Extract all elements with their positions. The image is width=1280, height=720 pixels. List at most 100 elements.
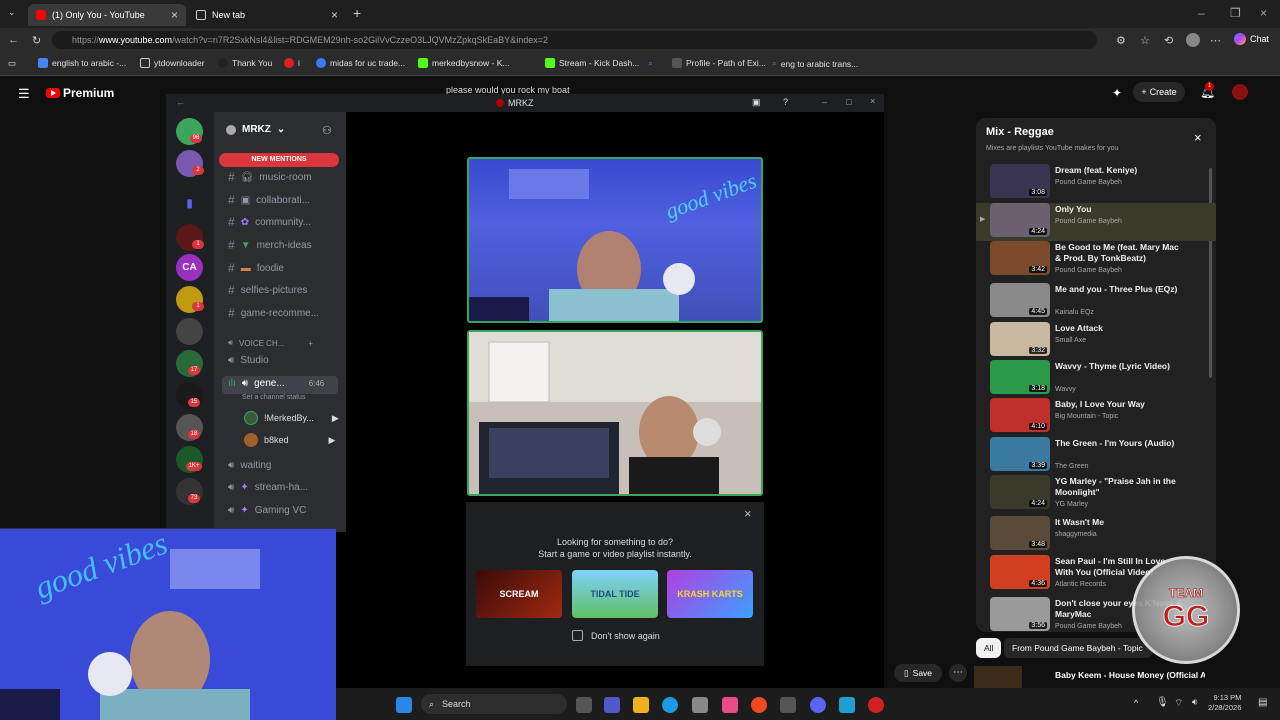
channel-community[interactable]: # ✿ community... bbox=[228, 215, 311, 229]
channel-music-room[interactable]: # 🎧︎ music-room bbox=[228, 170, 312, 184]
app-icon[interactable] bbox=[722, 697, 738, 713]
game-card-krash-karts[interactable]: KRASH KARTS bbox=[667, 570, 753, 618]
close-playlist-icon[interactable]: × bbox=[1194, 130, 1202, 145]
save-button[interactable]: ▯ Save bbox=[894, 664, 942, 682]
minimize-icon[interactable]: – bbox=[1198, 6, 1205, 20]
close-tab-icon[interactable]: × bbox=[171, 8, 178, 22]
bookmark-item[interactable]: ⌕ eng to arabic trans... bbox=[772, 58, 858, 69]
playlist-item[interactable]: 4:24 YG Marley - "Praise Jah in the Moonl… bbox=[976, 475, 1216, 513]
discord-icon[interactable] bbox=[810, 697, 826, 713]
back-icon[interactable]: ← bbox=[8, 34, 19, 46]
inbox-icon[interactable]: ▣ bbox=[752, 97, 761, 108]
create-button[interactable]: + Create bbox=[1133, 82, 1185, 102]
teams-icon[interactable] bbox=[604, 697, 620, 713]
copilot-chat-button[interactable]: Chat bbox=[1234, 33, 1269, 45]
voice-channel-gaming[interactable]: 🔊︎ ✦ Gaming VC bbox=[228, 505, 306, 516]
app-icon[interactable] bbox=[780, 697, 796, 713]
folder-icon[interactable]: ▮ bbox=[176, 190, 203, 217]
playlist-item[interactable]: 3:08 Dream (feat. Keniye) Pound Game Baybe… bbox=[976, 164, 1216, 202]
bookmark-item[interactable]: midas for uc trade... bbox=[316, 58, 405, 68]
more-actions-icon[interactable]: ⋯ bbox=[949, 664, 967, 682]
wifi-icon[interactable]: ⌔ bbox=[1174, 697, 1183, 710]
bookmark-item[interactable]: Stream - Kick Dash... bbox=[545, 58, 639, 68]
minimize-icon[interactable]: – bbox=[822, 97, 827, 107]
playlist-item[interactable]: 4:45 Me and you - Three Plus (EQz) Kainalu… bbox=[976, 283, 1216, 321]
task-view-icon[interactable] bbox=[576, 697, 592, 713]
mix-icon[interactable]: ✦ bbox=[1112, 86, 1122, 100]
voice-member[interactable]: !MerkedBy... ▶ bbox=[244, 411, 339, 425]
bookmark-item[interactable]: merkedbysnow - K... bbox=[418, 58, 509, 68]
chrome-icon[interactable] bbox=[751, 697, 767, 713]
game-card-scream[interactable]: SCREAM bbox=[476, 570, 562, 618]
channel-game-recommendations[interactable]: # game-recomme... bbox=[228, 306, 319, 320]
close-tab-icon[interactable]: × bbox=[331, 8, 338, 22]
playlist-item[interactable]: 4:24 Only You Pound Game Baybeh ▶ bbox=[976, 203, 1216, 241]
playlist-item[interactable]: 3:39 The Green - I'm Yours (Audio) The Gre… bbox=[976, 437, 1216, 475]
tab-new[interactable]: New tab × bbox=[188, 4, 346, 26]
video-tile-1[interactable]: good vibes bbox=[467, 157, 763, 323]
close-icon[interactable]: × bbox=[744, 506, 752, 521]
playlist-item[interactable]: 3:18 Wavvy - Thyme (Lyric Video) Wavvy bbox=[976, 360, 1216, 398]
address-bar[interactable]: https://www.youtube.com/watch?v=n7R2SxkN… bbox=[52, 31, 1097, 49]
voice-channel-stream[interactable]: 🔊︎ ✦ stream-ha... bbox=[228, 482, 308, 493]
file-explorer-icon[interactable] bbox=[633, 697, 649, 713]
bookmarks-menu-icon[interactable]: ▭ bbox=[8, 58, 16, 69]
playlist-item[interactable]: 3:48 It Wasn't Me shaggymedia bbox=[976, 516, 1216, 554]
refresh-icon[interactable]: ↻ bbox=[32, 34, 41, 47]
history-icon[interactable]: ⟲ bbox=[1164, 34, 1173, 47]
taskbar-search[interactable]: ⌕ Search bbox=[421, 694, 567, 714]
channel-selfies-pictures[interactable]: # selfies-pictures bbox=[228, 283, 307, 297]
extensions-icon[interactable]: ⚙ bbox=[1116, 34, 1126, 47]
playlist-item[interactable]: 3:32 Love Attack Small Axe bbox=[976, 322, 1216, 360]
voice-category-header[interactable]: 🔊︎ VOICE CH... + bbox=[228, 338, 313, 348]
tab-actions-icon[interactable]: ⌄ bbox=[8, 7, 16, 18]
back-icon[interactable]: ← bbox=[176, 97, 185, 107]
taskbar-clock[interactable]: 9:13 PM 2/28/2026 bbox=[1208, 693, 1241, 713]
profile-avatar[interactable] bbox=[1186, 33, 1200, 47]
add-channel-icon[interactable]: + bbox=[308, 339, 313, 348]
channel-status-hint[interactable]: Set a channel status bbox=[242, 394, 305, 401]
voice-channel-waiting[interactable]: 🔊︎ waiting bbox=[228, 460, 271, 471]
bookmark-item[interactable]: ⌕ bbox=[648, 58, 653, 69]
close-icon[interactable]: × bbox=[870, 96, 875, 106]
bookmark-item[interactable]: ytdownloader bbox=[140, 58, 205, 68]
bookmark-item[interactable]: Thank You bbox=[218, 58, 272, 68]
bookmark-item[interactable]: Profile - Path of Exi... bbox=[672, 58, 766, 68]
chip-from-channel[interactable]: From Pound Game Baybeh - Topic bbox=[1004, 638, 1152, 658]
edge-icon[interactable] bbox=[662, 697, 678, 713]
youtube-logo[interactable]: Premium bbox=[46, 86, 114, 100]
maximize-icon[interactable]: □ bbox=[846, 97, 851, 107]
channel-merch-ideas[interactable]: # ▼ merch-ideas bbox=[228, 238, 312, 252]
mic-icon[interactable]: 🎙︎ bbox=[1156, 697, 1169, 708]
chip-all[interactable]: All bbox=[976, 638, 1002, 658]
maximize-icon[interactable]: ❐ bbox=[1230, 6, 1241, 20]
server-icon[interactable]: CA bbox=[176, 254, 203, 281]
menu-icon[interactable]: ☰ bbox=[18, 86, 30, 102]
tab-youtube[interactable]: (1) Only You - YouTube × bbox=[28, 4, 186, 26]
notepad-icon[interactable] bbox=[839, 697, 855, 713]
favorites-icon[interactable]: ☆ bbox=[1140, 34, 1150, 47]
server-name-header[interactable]: MRKZ ⌄ bbox=[226, 124, 285, 135]
voice-channel-studio[interactable]: 🔊︎ Studio bbox=[228, 355, 269, 366]
close-window-icon[interactable]: × bbox=[1260, 6, 1267, 20]
new-mentions-banner[interactable]: NEW MENTIONS bbox=[219, 153, 339, 167]
tray-chevron-icon[interactable]: ^ bbox=[1134, 698, 1138, 708]
help-icon[interactable]: ? bbox=[783, 97, 788, 107]
checkbox[interactable] bbox=[572, 630, 583, 641]
app-icon[interactable] bbox=[868, 697, 884, 713]
notifications-icon[interactable]: ▤ bbox=[1258, 697, 1267, 708]
bookmark-item[interactable]: english to arabic -... bbox=[38, 58, 126, 68]
bookmark-item[interactable]: i bbox=[284, 58, 300, 68]
avatar[interactable] bbox=[1232, 84, 1248, 100]
channel-foodie[interactable]: # ▬ foodie bbox=[228, 261, 284, 275]
playlist-item[interactable]: 3:42 Be Good to Me (feat. Mary Mac & Prod… bbox=[976, 241, 1216, 279]
voice-channel-general[interactable]: ılı 🔊︎ gene... 6:46 bbox=[228, 378, 324, 389]
video-thumbnail[interactable] bbox=[974, 666, 1022, 688]
dont-show-again[interactable]: Don't show again bbox=[572, 630, 660, 641]
voice-member[interactable]: b8ked ▶ bbox=[244, 433, 335, 447]
store-icon[interactable] bbox=[692, 697, 708, 713]
next-video-title[interactable]: Baby Keem - House Money (Official Audio) bbox=[1055, 670, 1205, 680]
new-tab-button[interactable]: + bbox=[353, 5, 361, 21]
playlist-item[interactable]: 4:10 Baby, I Love Your Way Big Mountain - … bbox=[976, 398, 1216, 436]
video-tile-2[interactable] bbox=[467, 330, 763, 496]
